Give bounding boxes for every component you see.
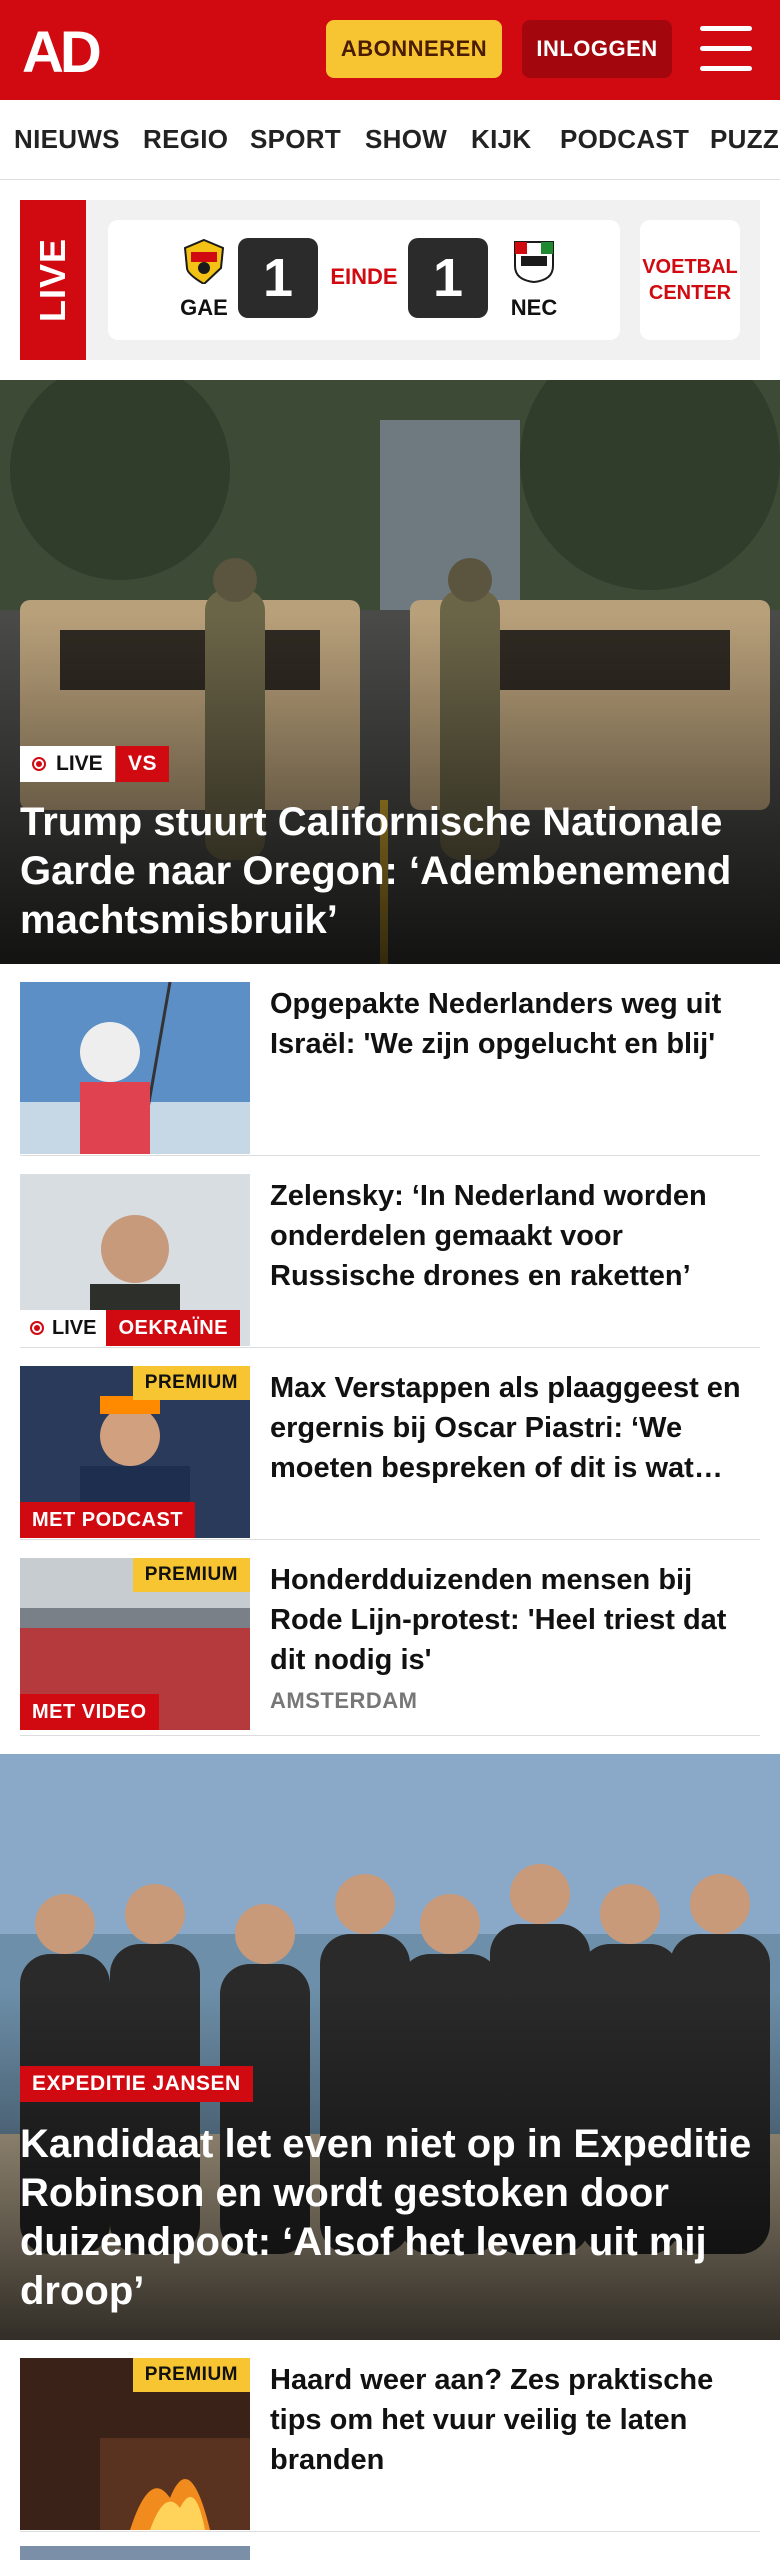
- nav-item-podcast[interactable]: PODCAST: [560, 124, 689, 155]
- hero-article-expeditie[interactable]: EXPEDITIE JANSEN Kandidaat let even niet…: [0, 1754, 780, 2340]
- hero-title[interactable]: Kandidaat let even niet op in Expeditie …: [20, 2120, 760, 2316]
- list-item[interactable]: PREMIUM Haard weer aan? Zes praktische t…: [20, 2340, 760, 2532]
- live-score-widget: LIVE GAE 1 EINDE 1 NEC VOETBAL CENTER: [20, 200, 760, 360]
- article-region[interactable]: AMSTERDAM: [270, 1688, 418, 1714]
- live-badge: LIVE: [20, 746, 115, 782]
- login-button[interactable]: INLOGGEN: [522, 20, 672, 78]
- gae-crest-icon: [183, 238, 225, 286]
- live-badge: LIVE: [20, 1310, 107, 1346]
- nav-item-sport[interactable]: SPORT: [250, 124, 341, 155]
- article-title[interactable]: Honderdduizenden mensen bij Rode Lijn-pr…: [270, 1560, 760, 1680]
- away-score: 1: [408, 238, 488, 318]
- hero-title[interactable]: Trump stuurt Californische Nationale Gar…: [20, 798, 760, 945]
- live-dot-icon: [32, 757, 46, 771]
- top-bar: AD ABONNEREN INLOGGEN: [0, 0, 780, 100]
- premium-badge: PREMIUM: [132, 1366, 250, 1400]
- premium-badge: PREMIUM: [132, 2358, 250, 2392]
- article-title[interactable]: Haard weer aan? Zes praktische tips om h…: [270, 2360, 760, 2480]
- topic-tag[interactable]: EXPEDITIE JANSEN: [20, 2066, 253, 2102]
- premium-badge: PREMIUM: [132, 1558, 250, 1592]
- topic-tag[interactable]: VS: [116, 746, 170, 782]
- subscribe-button[interactable]: ABONNEREN: [326, 20, 502, 78]
- thumbnail-image: [20, 982, 250, 1154]
- home-team: GAE: [174, 238, 234, 321]
- next-thumbnail-peek: [20, 2546, 250, 2560]
- match-score-card[interactable]: GAE 1 EINDE 1 NEC: [108, 220, 620, 340]
- ad-logo[interactable]: AD: [22, 22, 118, 78]
- live-dot-icon: [30, 1321, 44, 1335]
- match-status: EINDE: [330, 264, 398, 289]
- voetbal-center-button[interactable]: VOETBAL CENTER: [640, 220, 740, 340]
- live-label: LIVE: [20, 200, 86, 360]
- away-team: NEC: [504, 238, 564, 321]
- nav-item-kijk[interactable]: KIJK: [471, 124, 531, 155]
- article-title[interactable]: Zelensky: ‘In Nederland worden onderdele…: [270, 1176, 760, 1296]
- home-score: 1: [238, 238, 318, 318]
- list-item[interactable]: PREMIUM MET PODCAST Max Verstappen als p…: [20, 1348, 760, 1540]
- thumbnail-image: PREMIUM MET VIDEO: [20, 1558, 250, 1730]
- article-title[interactable]: Max Verstappen als plaaggeest en ergerni…: [270, 1368, 760, 1488]
- hamburger-menu-icon[interactable]: [700, 26, 752, 72]
- nav-item-regio[interactable]: REGIO: [143, 124, 228, 155]
- thumbnail-image: LIVE OEKRAÏNE: [20, 1174, 250, 1346]
- nec-crest-icon: [514, 241, 554, 284]
- thumbnail-image: PREMIUM MET PODCAST: [20, 1366, 250, 1538]
- list-item[interactable]: Opgepakte Nederlanders weg uit Israël: '…: [20, 964, 760, 1156]
- hero-article-trump[interactable]: LIVE VS Trump stuurt Californische Natio…: [0, 380, 780, 964]
- section-nav: NIEUWS REGIO SPORT SHOW KIJK PODCAST PUZ…: [0, 100, 780, 180]
- media-label: MET PODCAST: [20, 1502, 196, 1538]
- topic-tag[interactable]: OEKRAÏNE: [106, 1310, 241, 1346]
- nav-item-puzzel[interactable]: PUZZ: [710, 124, 779, 155]
- media-label: MET VIDEO: [20, 1694, 159, 1730]
- svg-text:AD: AD: [22, 22, 100, 78]
- thumbnail-image: PREMIUM: [20, 2358, 250, 2530]
- list-item[interactable]: PREMIUM MET VIDEO Honderdduizenden mense…: [20, 1540, 760, 1736]
- article-title[interactable]: Opgepakte Nederlanders weg uit Israël: '…: [270, 984, 760, 1064]
- nav-item-show[interactable]: SHOW: [365, 124, 447, 155]
- away-team-abbr: NEC: [510, 295, 558, 320]
- nav-item-nieuws[interactable]: NIEUWS: [14, 124, 120, 155]
- list-item[interactable]: LIVE OEKRAÏNE Zelensky: ‘In Nederland wo…: [20, 1156, 760, 1348]
- home-team-abbr: GAE: [180, 295, 228, 320]
- live-tag-group: LIVE OEKRAÏNE: [20, 1310, 241, 1346]
